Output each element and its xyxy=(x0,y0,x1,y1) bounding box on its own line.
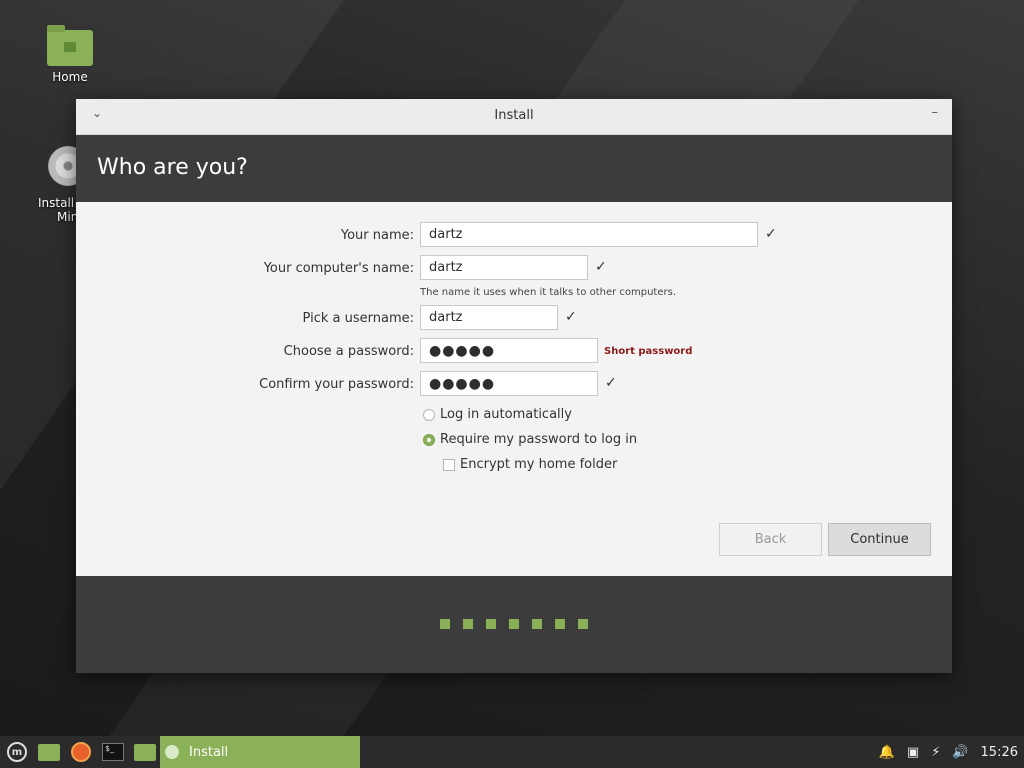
password-strength-warning: Short password xyxy=(604,346,693,357)
password-label: Choose a password: xyxy=(283,344,414,359)
username-label: Pick a username: xyxy=(302,311,414,326)
page-title: Who are you? xyxy=(97,155,248,180)
username-check-icon: ✓ xyxy=(565,309,577,325)
your-name-input[interactable]: dartz xyxy=(420,222,758,247)
encrypt-home-label: Encrypt my home folder xyxy=(460,457,618,472)
terminal-icon: $_ xyxy=(102,743,124,761)
window-title: Install xyxy=(494,108,534,123)
window-titlebar[interactable]: ⌄ Install – xyxy=(76,99,952,135)
progress-step-dot xyxy=(532,619,542,629)
clock[interactable]: 15:26 xyxy=(981,745,1018,760)
login-auto-label: Log in automatically xyxy=(440,407,572,422)
your-name-label: Your name: xyxy=(340,228,414,243)
power-icon[interactable]: ⚡ xyxy=(931,745,940,760)
require-password-option[interactable]: Require my password to log in xyxy=(423,432,637,447)
computer-name-input[interactable]: dartz xyxy=(420,255,588,280)
menu-button[interactable]: m xyxy=(1,736,33,768)
form-area: Your name: dartz ✓ Your computer's name:… xyxy=(76,202,952,576)
firefox-icon xyxy=(71,742,91,762)
progress-footer xyxy=(76,576,952,673)
mint-logo-icon: m xyxy=(7,742,27,762)
taskbar-window-install[interactable]: Install xyxy=(160,736,360,768)
desktop-icon-home[interactable]: Home xyxy=(40,25,100,84)
taskbar-window-label: Install xyxy=(189,744,229,760)
folder-icon-2 xyxy=(134,743,156,761)
computer-name-label: Your computer's name: xyxy=(263,261,414,276)
minimize-button[interactable]: – xyxy=(932,105,939,120)
progress-step-dot xyxy=(486,619,496,629)
computer-name-check-icon: ✓ xyxy=(595,259,607,275)
confirm-password-input[interactable]: ●●●●● xyxy=(420,371,598,396)
username-input[interactable]: dartz xyxy=(420,305,558,330)
desktop-icon-home-label: Home xyxy=(52,70,88,84)
home-folder-icon xyxy=(47,25,93,66)
launcher-files[interactable] xyxy=(33,736,65,768)
require-password-radio[interactable] xyxy=(423,433,435,446)
progress-step-dot xyxy=(440,619,450,629)
computer-name-hint: The name it uses when it talks to other … xyxy=(420,287,677,298)
confirm-password-label: Confirm your password: xyxy=(259,377,414,392)
launcher-folder[interactable] xyxy=(129,736,161,768)
encrypt-home-option[interactable]: Encrypt my home folder xyxy=(443,457,617,472)
progress-step-dot xyxy=(578,619,588,629)
workspace-icon[interactable]: ▣ xyxy=(907,745,919,760)
password-input[interactable]: ●●●●● xyxy=(420,338,598,363)
install-disc-icon xyxy=(165,745,179,759)
notifications-icon[interactable]: 🔔 xyxy=(879,745,895,760)
page-header: Who are you? xyxy=(76,135,952,202)
launcher-terminal[interactable]: $_ xyxy=(97,736,129,768)
progress-step-dot xyxy=(555,619,565,629)
folder-icon xyxy=(38,743,60,761)
continue-button[interactable]: Continue xyxy=(828,523,931,556)
volume-icon[interactable]: 🔊 xyxy=(952,745,968,760)
launcher-firefox[interactable] xyxy=(65,736,97,768)
your-name-check-icon: ✓ xyxy=(765,226,777,242)
back-button[interactable]: Back xyxy=(719,523,822,556)
require-password-label: Require my password to log in xyxy=(440,432,638,447)
progress-step-dot xyxy=(463,619,473,629)
login-auto-option[interactable]: Log in automatically xyxy=(423,407,572,422)
install-window: ⌄ Install – Who are you? Your name: dart… xyxy=(76,99,952,673)
confirm-password-check-icon: ✓ xyxy=(605,375,617,391)
login-auto-radio[interactable] xyxy=(423,408,435,421)
progress-steps xyxy=(440,619,588,629)
encrypt-home-checkbox[interactable] xyxy=(443,458,455,471)
progress-step-dot xyxy=(509,619,519,629)
taskbar: m $_ Install 🔔 ▣ ⚡ 🔊 15:26 xyxy=(0,736,1024,768)
system-tray: 🔔 ▣ ⚡ 🔊 15:26 xyxy=(879,736,1024,768)
